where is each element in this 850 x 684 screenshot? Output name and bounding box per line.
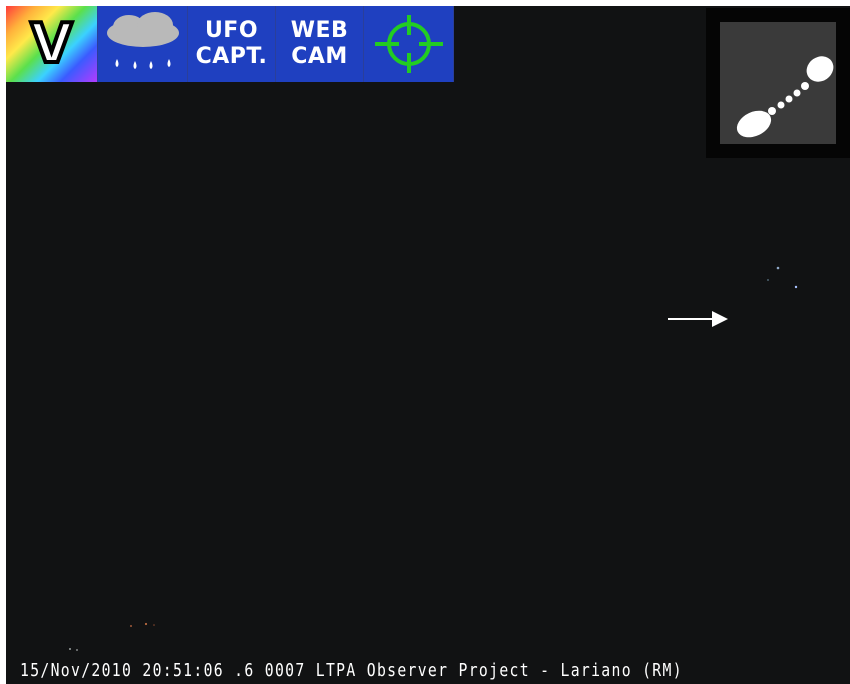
meteor-trail-icon [736, 56, 834, 138]
ground-light [76, 649, 78, 651]
arrow-right-icon [668, 311, 728, 327]
target-button[interactable] [364, 6, 454, 82]
webcam-button[interactable]: WEB CAM [276, 6, 364, 82]
ground-light [153, 624, 155, 626]
star-point [776, 266, 780, 270]
v-button[interactable]: V [6, 6, 98, 82]
rain-cloud-icon [106, 12, 179, 69]
meteor-thumbnail[interactable] [706, 8, 850, 158]
web-label: WEB [290, 18, 349, 43]
ground-light [130, 625, 132, 627]
toolbar: V UFO CAPT. WEB CAM [6, 6, 454, 82]
star-point [767, 279, 769, 281]
thumbnail-panel [720, 22, 836, 144]
ground-light [69, 648, 71, 650]
star-point [794, 285, 798, 289]
timestamp-caption: 15/Nov/2010 20:51:06 .6 0007 LTPA Observ… [20, 660, 683, 681]
cam-label: CAM [291, 44, 348, 69]
ground-light [144, 622, 148, 626]
rainbow-v-icon: V [29, 12, 75, 75]
capt-label: CAPT. [195, 44, 268, 69]
weather-button[interactable] [98, 6, 188, 82]
crosshair-icon [374, 15, 443, 73]
ufo-capture-button[interactable]: UFO CAPT. [188, 6, 276, 82]
ufo-label: UFO [204, 18, 259, 43]
